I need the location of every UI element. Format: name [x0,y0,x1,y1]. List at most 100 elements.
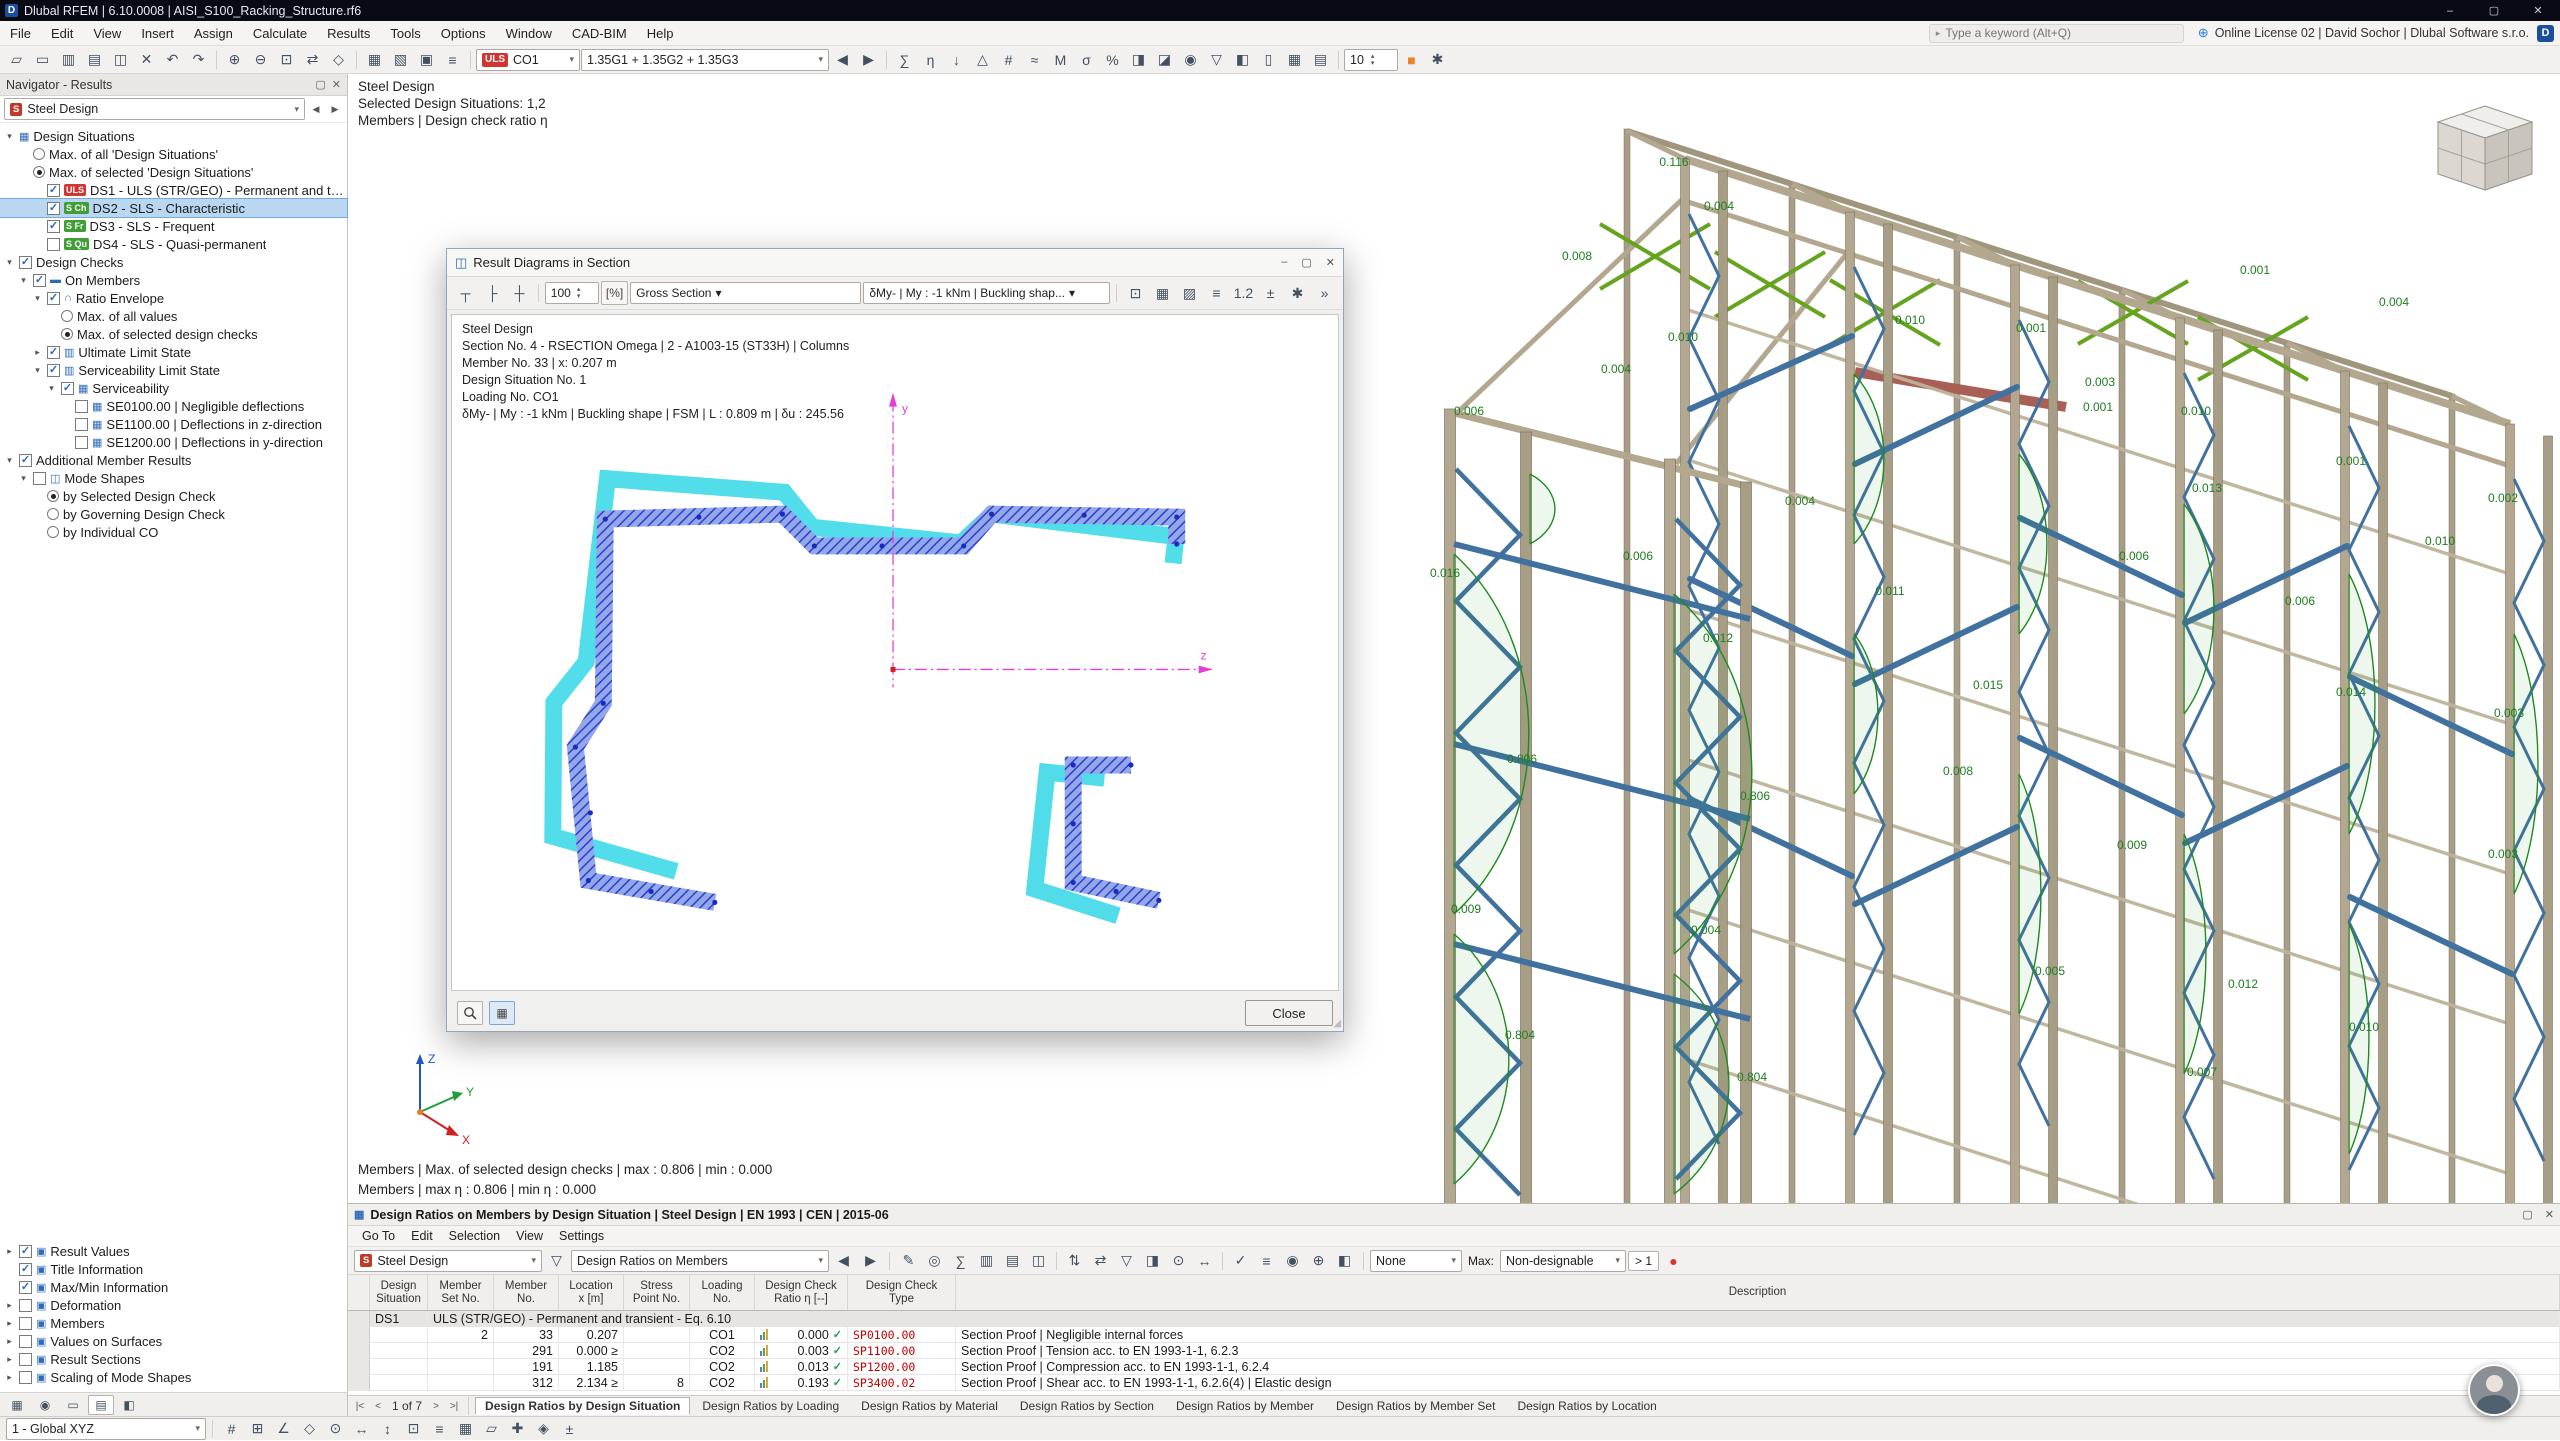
checkbox[interactable]: ✓ [19,1281,32,1294]
close-dialog-button[interactable]: Close [1245,1000,1333,1026]
ratio-greater-one-filter[interactable]: > 1 [1628,1251,1659,1271]
menu-cad-bim[interactable]: CAD-BIM [562,21,637,45]
dialog-maximize-icon[interactable]: ▢ [1301,256,1311,269]
tree-item-max-of-selected-design-situations[interactable]: Max. of selected 'Design Situations' [0,163,347,181]
menu-results[interactable]: Results [317,21,380,45]
previous-page-button[interactable]: < [370,1398,386,1414]
checkbox[interactable] [75,400,88,413]
dialog-close-icon[interactable]: ✕ [1326,256,1335,269]
checkbox[interactable]: ✓ [61,382,74,395]
close-table-icon[interactable]: ✕ [2545,1208,2554,1221]
print-table-icon[interactable]: ▤ [1000,1249,1025,1273]
menu-view[interactable]: View [83,21,131,45]
dialog-minimize-icon[interactable]: – [1281,256,1287,269]
results-table[interactable]: DesignSituationMemberSet No.MemberNo.Loc… [348,1275,2560,1395]
max-filter-combo[interactable]: Non-designable ▾ [1500,1250,1626,1272]
tree-item-max-min-information[interactable]: ✓▣Max/Min Information [0,1278,347,1296]
result-scale-stepper[interactable]: 10 ▴▾ [1344,49,1398,71]
delete-icon[interactable]: ✕ [134,48,159,72]
checkbox[interactable]: ✓ [19,1263,32,1276]
tree-item-max-of-all-design-situations[interactable]: Max. of all 'Design Situations' [0,145,347,163]
first-page-button[interactable]: |< [352,1398,368,1414]
spinner-arrows-icon[interactable]: ▴▾ [577,286,581,300]
show-mesh-icon[interactable]: # [996,48,1021,72]
tree-item-ds2-sls-characteristic[interactable]: ✓S ChDS2 - SLS - Characteristic [0,199,347,217]
collapse-icon[interactable]: ▾ [32,293,43,304]
menu-help[interactable]: Help [637,21,684,45]
undo-icon[interactable]: ↶ [160,48,185,72]
expand-icon[interactable]: ▸ [4,1372,15,1383]
copy-row-icon[interactable]: ◫ [1026,1249,1051,1273]
result-diagrams-dialog[interactable]: ◫ Result Diagrams in Section – ▢ ✕ ┬├┼ 1… [446,248,1344,1032]
expand-icon[interactable]: ▸ [4,1246,15,1257]
expand-icon[interactable]: ▸ [4,1318,15,1329]
tree-item-result-sections[interactable]: ▸▣Result Sections [0,1350,347,1368]
expand-icon[interactable]: ▸ [4,1354,15,1365]
zoom-out-icon[interactable]: ⊖ [248,48,273,72]
table-tab-design-ratios-by-member-set[interactable]: Design Ratios by Member Set [1326,1397,1505,1415]
result-type-combo[interactable]: δMy- | My : -1 kNm | Buckling shap... ▾ [863,282,1110,304]
color-scale-icon[interactable]: ■ [1399,48,1424,72]
table-view-combo[interactable]: Design Ratios on Members ▾ [571,1250,829,1272]
decimal-places-icon[interactable]: 1.2 [1231,281,1256,305]
new-object-icon[interactable]: ▱ [479,1417,504,1441]
control-panel-icon[interactable]: ▯ [1256,48,1281,72]
row-gutter[interactable] [348,1375,370,1390]
check-values-icon[interactable]: ✓ [1228,1249,1253,1273]
open-file-icon[interactable]: ▭ [30,48,55,72]
tree-item-title-information[interactable]: ✓▣Title Information [0,1260,347,1278]
show-supports-icon[interactable]: △ [970,48,995,72]
table-menu-selection[interactable]: Selection [441,1229,508,1243]
numbering-display-icon[interactable]: ▣ [414,48,439,72]
table-row-member-291[interactable]: 2910.000 ≥CO20.003✓SP1100.00Section Proo… [348,1343,2560,1359]
radio-button[interactable] [33,148,45,160]
checkbox[interactable] [33,472,46,485]
snap-icon[interactable]: # [219,1417,244,1441]
table-module-combo[interactable]: S Steel Design ▾ [354,1250,542,1272]
show-results-icon[interactable]: η [918,48,943,72]
load-case-combo[interactable]: ULS CO1 ▾ [476,49,580,71]
toolbar-overflow-button[interactable]: » [1312,281,1337,305]
diagram-both-axes-icon[interactable]: ┼ [507,281,532,305]
search-table-icon[interactable]: ◎ [922,1249,947,1273]
table-tab-design-ratios-by-loading[interactable]: Design Ratios by Loading [692,1397,849,1415]
tree-item-se1200-00-deflections-in-y-direction[interactable]: ▦SE1200.00 | Deflections in y-direction [0,433,347,451]
data-navigator-tab[interactable]: ▦ [4,1395,30,1415]
table-menu-settings[interactable]: Settings [551,1229,612,1243]
resize-grip[interactable]: ◢ [1333,1018,1341,1029]
radio-button[interactable] [61,310,73,322]
float-panel-icon[interactable]: ▢ [315,78,325,91]
tree-item-se0100-00-negligible-deflections[interactable]: ▦SE0100.00 | Negligible deflections [0,397,347,415]
tree-item-deformation[interactable]: ▸▣Deformation [0,1296,347,1314]
tables-icon[interactable]: ▦ [1282,48,1307,72]
find-in-model-icon[interactable]: ⊙ [1166,1249,1191,1273]
grid-icon[interactable]: ⊞ [245,1417,270,1441]
tree-item-serviceability[interactable]: ▾✓▦Serviceability [0,379,347,397]
result-diagrams-icon[interactable]: ◨ [1126,48,1151,72]
stop-calculation-icon[interactable]: ● [1661,1249,1686,1273]
checkbox[interactable] [75,436,88,449]
color-bars-icon[interactable]: ◨ [1140,1249,1165,1273]
sync-selection-icon[interactable]: ⇄ [1088,1249,1113,1273]
table-tab-design-ratios-by-material[interactable]: Design Ratios by Material [851,1397,1008,1415]
tree-item-design-situations[interactable]: ▾▦Design Situations [0,127,347,145]
show-loads-icon[interactable]: ↓ [944,48,969,72]
table-filter-icon[interactable]: ▽ [544,1249,569,1273]
panel-settings-icon[interactable]: ✱ [1425,48,1450,72]
row-gutter[interactable] [348,1327,370,1342]
tree-item-scaling-of-mode-shapes[interactable]: ▸▣Scaling of Mode Shapes [0,1368,347,1386]
tree-item-on-members[interactable]: ▾✓▬On Members [0,271,347,289]
new-model-icon[interactable]: ▱ [4,48,29,72]
move-x-icon[interactable]: ↔ [349,1417,374,1441]
sort-rows-icon[interactable]: ⇅ [1062,1249,1087,1273]
checkbox[interactable] [19,1353,32,1366]
diagram-at-section-icon[interactable]: ┬ [453,281,478,305]
isometric-view-icon[interactable]: ◇ [326,48,351,72]
partial-view-icon[interactable]: ◧ [1230,48,1255,72]
calculate-all-icon[interactable]: ∑ [892,48,917,72]
section-display-settings-button[interactable]: ▦ [489,1001,515,1025]
row-list-icon[interactable]: ≡ [1254,1249,1279,1273]
tree-item-result-values[interactable]: ▸✓▣Result Values [0,1242,347,1260]
print-icon[interactable]: ▤ [82,48,107,72]
save-file-icon[interactable]: ▥ [56,48,81,72]
